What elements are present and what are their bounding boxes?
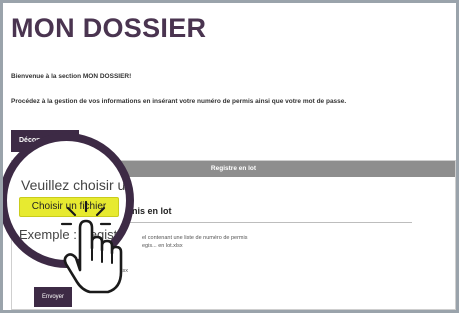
permits-label: nis en lot: [132, 206, 172, 216]
divider: [112, 222, 412, 223]
welcome-text: Bienvenue à la section MON DOSSIER!: [11, 73, 132, 80]
page-title: MON DOSSIER: [11, 13, 207, 43]
pointer-hand-icon: [60, 200, 123, 294]
hint-line-1: el contenant une liste de numéro de perm…: [142, 235, 248, 241]
choose-prompt: Veuillez choisir un: [21, 177, 134, 193]
page-frame: MON DOSSIER Bienvenue à la section MON D…: [3, 3, 456, 310]
instructions-text: Procédez à la gestion de vos information…: [11, 98, 347, 105]
hint-line-2: egis... en lot.xlsx: [142, 243, 183, 249]
